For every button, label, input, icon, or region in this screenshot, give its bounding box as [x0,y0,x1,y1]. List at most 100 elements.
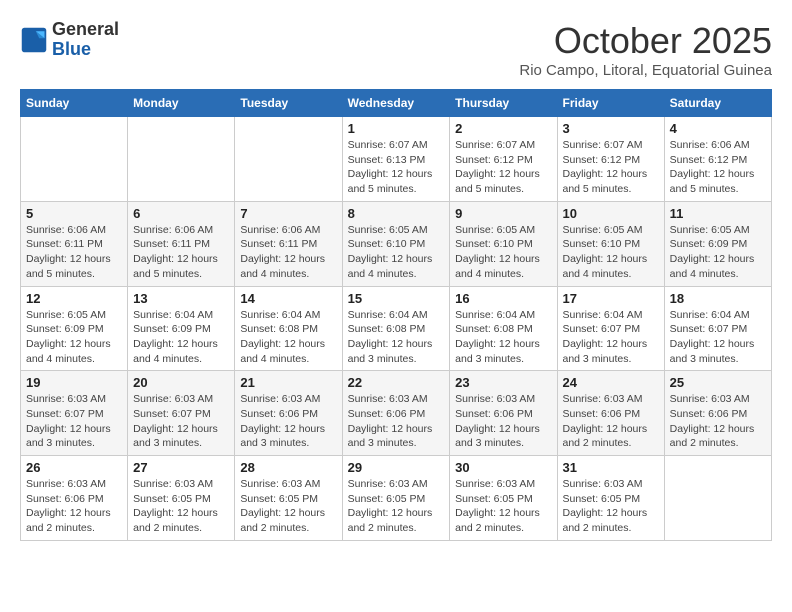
day-info: Sunrise: 6:04 AM Sunset: 6:09 PM Dayligh… [133,308,229,367]
calendar-cell: 28Sunrise: 6:03 AM Sunset: 6:05 PM Dayli… [235,456,342,541]
day-number: 31 [563,460,659,475]
day-info: Sunrise: 6:03 AM Sunset: 6:05 PM Dayligh… [348,477,445,536]
day-number: 15 [348,291,445,306]
weekday-header-row: SundayMondayTuesdayWednesdayThursdayFrid… [21,90,772,117]
calendar-table: SundayMondayTuesdayWednesdayThursdayFrid… [20,89,772,541]
calendar-cell: 26Sunrise: 6:03 AM Sunset: 6:06 PM Dayli… [21,456,128,541]
day-info: Sunrise: 6:05 AM Sunset: 6:09 PM Dayligh… [26,308,122,367]
day-number: 25 [670,375,766,390]
calendar-cell: 9 Sunrise: 6:05 AM Sunset: 6:10 PM Daylig… [450,201,557,286]
calendar-week-1: 1Sunrise: 6:07 AM Sunset: 6:13 PM Daylig… [21,117,772,202]
day-number: 6 [133,206,229,221]
day-number: 12 [26,291,122,306]
day-info: Sunrise: 6:04 AM Sunset: 6:08 PM Dayligh… [455,308,551,367]
calendar-cell: 7 Sunrise: 6:06 AM Sunset: 6:11 PM Daylig… [235,201,342,286]
calendar-cell [235,117,342,202]
calendar-cell: 21 Sunrise: 6:03 AM Sunset: 6:06 PM Dayli… [235,371,342,456]
day-info: Sunrise: 6:03 AM Sunset: 6:07 PM Dayligh… [133,392,229,451]
calendar-cell: 18 Sunrise: 6:04 AM Sunset: 6:07 PM Dayli… [664,286,771,371]
calendar-header: SundayMondayTuesdayWednesdayThursdayFrid… [21,90,772,117]
day-info: Sunrise: 6:03 AM Sunset: 6:06 PM Dayligh… [348,392,445,451]
day-info: Sunrise: 6:06 AM Sunset: 6:11 PM Dayligh… [26,223,122,282]
day-number: 28 [240,460,336,475]
day-info: Sunrise: 6:03 AM Sunset: 6:07 PM Dayligh… [26,392,122,451]
calendar-cell: 22Sunrise: 6:03 AM Sunset: 6:06 PM Dayli… [342,371,450,456]
calendar-cell: 29Sunrise: 6:03 AM Sunset: 6:05 PM Dayli… [342,456,450,541]
day-info: Sunrise: 6:05 AM Sunset: 6:10 PM Dayligh… [563,223,659,282]
calendar-cell: 27Sunrise: 6:03 AM Sunset: 6:05 PM Dayli… [128,456,235,541]
calendar-week-4: 19 Sunrise: 6:03 AM Sunset: 6:07 PM Dayli… [21,371,772,456]
day-info: Sunrise: 6:06 AM Sunset: 6:11 PM Dayligh… [133,223,229,282]
calendar-cell: 23 Sunrise: 6:03 AM Sunset: 6:06 PM Dayli… [450,371,557,456]
day-info: Sunrise: 6:03 AM Sunset: 6:06 PM Dayligh… [455,392,551,451]
month-title: October 2025 [519,20,772,62]
calendar-cell: 25 Sunrise: 6:03 AM Sunset: 6:06 PM Dayli… [664,371,771,456]
calendar-week-3: 12 Sunrise: 6:05 AM Sunset: 6:09 PM Dayli… [21,286,772,371]
day-number: 24 [563,375,659,390]
day-number: 1 [348,121,445,136]
calendar-cell: 2 Sunrise: 6:07 AM Sunset: 6:12 PM Daylig… [450,117,557,202]
day-number: 3 [563,121,659,136]
day-number: 2 [455,121,551,136]
day-info: Sunrise: 6:07 AM Sunset: 6:12 PM Dayligh… [455,138,551,197]
day-info: Sunrise: 6:04 AM Sunset: 6:07 PM Dayligh… [563,308,659,367]
calendar-cell: 17 Sunrise: 6:04 AM Sunset: 6:07 PM Dayli… [557,286,664,371]
calendar-cell [128,117,235,202]
day-number: 18 [670,291,766,306]
day-info: Sunrise: 6:03 AM Sunset: 6:06 PM Dayligh… [563,392,659,451]
day-number: 10 [563,206,659,221]
day-number: 5 [26,206,122,221]
calendar-cell: 31 Sunrise: 6:03 AM Sunset: 6:05 PM Dayli… [557,456,664,541]
day-info: Sunrise: 6:03 AM Sunset: 6:06 PM Dayligh… [670,392,766,451]
day-info: Sunrise: 6:03 AM Sunset: 6:06 PM Dayligh… [240,392,336,451]
day-number: 9 [455,206,551,221]
calendar-cell: 20 Sunrise: 6:03 AM Sunset: 6:07 PM Dayli… [128,371,235,456]
day-info: Sunrise: 6:05 AM Sunset: 6:10 PM Dayligh… [348,223,445,282]
day-number: 19 [26,375,122,390]
calendar-cell: 6 Sunrise: 6:06 AM Sunset: 6:11 PM Daylig… [128,201,235,286]
calendar-cell [664,456,771,541]
calendar-cell: 13 Sunrise: 6:04 AM Sunset: 6:09 PM Dayli… [128,286,235,371]
title-block: October 2025 Rio Campo, Litoral, Equator… [519,20,772,79]
day-info: Sunrise: 6:04 AM Sunset: 6:08 PM Dayligh… [348,308,445,367]
weekday-wednesday: Wednesday [342,90,450,117]
weekday-thursday: Thursday [450,90,557,117]
day-info: Sunrise: 6:05 AM Sunset: 6:09 PM Dayligh… [670,223,766,282]
calendar-cell: 24 Sunrise: 6:03 AM Sunset: 6:06 PM Dayli… [557,371,664,456]
weekday-friday: Friday [557,90,664,117]
weekday-monday: Monday [128,90,235,117]
day-number: 20 [133,375,229,390]
weekday-tuesday: Tuesday [235,90,342,117]
calendar-cell: 30Sunrise: 6:03 AM Sunset: 6:05 PM Dayli… [450,456,557,541]
day-info: Sunrise: 6:05 AM Sunset: 6:10 PM Dayligh… [455,223,551,282]
day-info: Sunrise: 6:04 AM Sunset: 6:07 PM Dayligh… [670,308,766,367]
calendar-cell: 8 Sunrise: 6:05 AM Sunset: 6:10 PM Daylig… [342,201,450,286]
calendar-cell: 5 Sunrise: 6:06 AM Sunset: 6:11 PM Daylig… [21,201,128,286]
day-info: Sunrise: 6:06 AM Sunset: 6:11 PM Dayligh… [240,223,336,282]
day-number: 4 [670,121,766,136]
calendar-cell: 4 Sunrise: 6:06 AM Sunset: 6:12 PM Daylig… [664,117,771,202]
day-number: 21 [240,375,336,390]
calendar-cell: 11Sunrise: 6:05 AM Sunset: 6:09 PM Dayli… [664,201,771,286]
calendar-cell: 16 Sunrise: 6:04 AM Sunset: 6:08 PM Dayli… [450,286,557,371]
calendar-body: 1Sunrise: 6:07 AM Sunset: 6:13 PM Daylig… [21,117,772,541]
page-header: General Blue October 2025 Rio Campo, Lit… [20,20,772,79]
day-info: Sunrise: 6:04 AM Sunset: 6:08 PM Dayligh… [240,308,336,367]
day-number: 16 [455,291,551,306]
calendar-cell: 14 Sunrise: 6:04 AM Sunset: 6:08 PM Dayli… [235,286,342,371]
calendar-cell: 15 Sunrise: 6:04 AM Sunset: 6:08 PM Dayli… [342,286,450,371]
day-number: 13 [133,291,229,306]
calendar-cell: 3Sunrise: 6:07 AM Sunset: 6:12 PM Daylig… [557,117,664,202]
day-number: 14 [240,291,336,306]
calendar-cell: 19 Sunrise: 6:03 AM Sunset: 6:07 PM Dayli… [21,371,128,456]
day-number: 23 [455,375,551,390]
day-info: Sunrise: 6:03 AM Sunset: 6:05 PM Dayligh… [563,477,659,536]
day-number: 17 [563,291,659,306]
weekday-sunday: Sunday [21,90,128,117]
logo-icon [20,26,48,54]
day-info: Sunrise: 6:06 AM Sunset: 6:12 PM Dayligh… [670,138,766,197]
calendar-cell: 10 Sunrise: 6:05 AM Sunset: 6:10 PM Dayli… [557,201,664,286]
weekday-saturday: Saturday [664,90,771,117]
day-number: 8 [348,206,445,221]
day-number: 7 [240,206,336,221]
